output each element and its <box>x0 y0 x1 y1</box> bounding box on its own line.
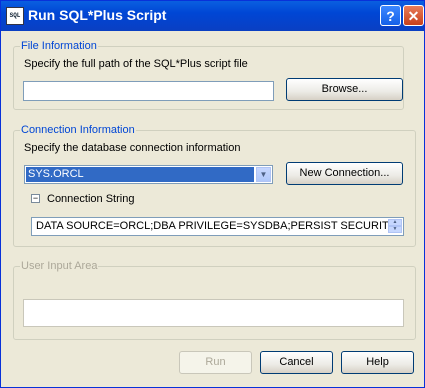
file-information-legend: File Information <box>20 40 98 52</box>
chevron-down-icon[interactable]: ▼ <box>256 167 271 182</box>
sqlplus-app-icon: SQL <box>6 7 24 25</box>
close-icon: ✕ <box>407 8 420 24</box>
title-bar[interactable]: SQL Run SQL*Plus Script ? ✕ <box>1 1 424 31</box>
connection-string-value: DATA SOURCE=ORCL;DBA PRIVILEGE=SYSDBA;PE… <box>36 220 397 232</box>
spin-down-icon[interactable]: ▼ <box>388 226 402 233</box>
user-input-legend: User Input Area <box>20 260 99 272</box>
connection-instruction: Specify the database connection informat… <box>24 142 241 154</box>
cancel-button[interactable]: Cancel <box>260 351 333 374</box>
help-title-button[interactable]: ? <box>380 5 401 26</box>
browse-button[interactable]: Browse... <box>286 78 403 101</box>
file-path-instruction: Specify the full path of the SQL*Plus sc… <box>24 58 248 70</box>
close-button[interactable]: ✕ <box>403 5 424 26</box>
connection-string-field[interactable]: DATA SOURCE=ORCL;DBA PRIVILEGE=SYSDBA;PE… <box>31 217 404 236</box>
connection-information-legend: Connection Information <box>20 124 136 136</box>
new-connection-button[interactable]: New Connection... <box>286 162 403 185</box>
connection-string-spinner[interactable]: ▲ ▼ <box>388 219 402 234</box>
connection-select[interactable]: SYS.ORCL ▼ <box>24 165 273 184</box>
window-title: Run SQL*Plus Script <box>28 7 167 23</box>
connection-string-label: Connection String <box>47 193 135 205</box>
selected-connection: SYS.ORCL <box>26 167 254 182</box>
run-button[interactable]: Run <box>179 351 252 374</box>
script-path-input[interactable] <box>23 81 274 101</box>
collapse-icon[interactable]: − <box>31 194 40 203</box>
spin-up-icon[interactable]: ▲ <box>388 219 402 226</box>
question-icon: ? <box>386 8 395 24</box>
help-button[interactable]: Help <box>341 351 414 374</box>
dialog-window: SQL Run SQL*Plus Script ? ✕ File Informa… <box>0 0 425 388</box>
user-input-field <box>23 299 404 327</box>
